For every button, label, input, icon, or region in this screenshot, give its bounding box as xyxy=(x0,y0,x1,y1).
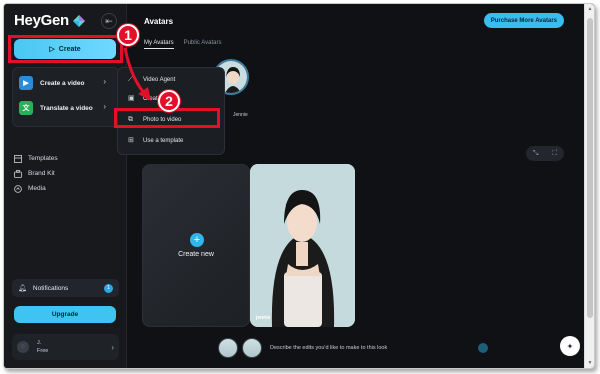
purchase-avatars-button[interactable]: Purchase More Avatars xyxy=(483,13,564,28)
avatar-tabs: My Avatars Public Avatars xyxy=(144,40,222,49)
notifications-label: Notifications xyxy=(32,284,69,292)
brand-kit-icon xyxy=(14,169,22,178)
page-title: Avatars xyxy=(144,17,174,26)
scroll-up-arrow-icon[interactable]: ▲ xyxy=(586,6,594,12)
scroll-down-arrow-icon[interactable]: ▼ xyxy=(586,360,594,366)
tab-public-avatars[interactable]: Public Avatars xyxy=(184,40,222,49)
app-window: HeyGen ⇤ ▷ Create Templates Brand Kit Me… xyxy=(3,3,595,369)
send-button[interactable] xyxy=(478,343,488,353)
templates-icon xyxy=(14,154,22,163)
media-icon xyxy=(14,184,22,193)
avatar: ◌ xyxy=(17,341,29,353)
avatar-photo-name: jennie xyxy=(256,315,271,321)
submenu-item-video-agent[interactable]: ⟋ Video Agent xyxy=(128,76,175,84)
upgrade-button[interactable]: Upgrade xyxy=(14,306,116,323)
chevron-right-icon: › xyxy=(103,77,106,86)
sidebar-item-media[interactable]: Media xyxy=(14,181,58,196)
help-button[interactable]: ✦ xyxy=(560,336,580,356)
create-new-label: Create new xyxy=(178,251,214,258)
grid-icon[interactable]: ⛶ xyxy=(552,150,557,158)
template-icon: ⊞ xyxy=(128,137,134,144)
sidebar-item-templates[interactable]: Templates xyxy=(14,151,58,166)
plus-icon: + xyxy=(190,233,204,247)
tab-my-avatars[interactable]: My Avatars xyxy=(144,40,174,49)
step-1-badge: 1 xyxy=(117,24,139,46)
main-content: Avatars Purchase More Avatars My Avatars… xyxy=(128,4,594,368)
submenu-item-create[interactable]: ▣ Create xyxy=(128,95,161,103)
account-switcher[interactable]: ◌ J. Free › xyxy=(12,334,119,360)
account-plan: Free xyxy=(37,348,49,354)
look-avatar-2[interactable] xyxy=(242,338,262,358)
step1-highlight-box xyxy=(8,35,123,63)
avatar-photo-image xyxy=(250,164,355,327)
notifications-button[interactable]: 🔔︎ Notifications 1 xyxy=(12,279,119,297)
create-new-card[interactable]: + Create new xyxy=(142,164,250,327)
notification-count-badge: 1 xyxy=(104,283,113,293)
brand-name: HeyGen xyxy=(14,12,69,29)
sidebar-item-label: Templates xyxy=(28,155,58,162)
menu-item-create-video[interactable]: ▶ Create a video xyxy=(19,76,84,90)
scrollbar[interactable]: ▲ ▼ xyxy=(584,4,594,368)
avatar-photo-card[interactable]: jennie xyxy=(250,164,355,327)
submenu-item-use-template[interactable]: ⊞ Use a template xyxy=(128,137,183,145)
chevron-right-icon: › xyxy=(111,342,114,352)
menu-item-label: Create a video xyxy=(40,79,85,87)
menu-item-label: Translate a video xyxy=(40,104,93,112)
sidebar-nav: Templates Brand Kit Media xyxy=(14,151,58,196)
avatar-thumbnail-name: Jennie xyxy=(233,112,248,118)
scrollbar-thumb[interactable] xyxy=(587,18,593,318)
look-avatar-1[interactable] xyxy=(218,338,238,358)
brand-logo[interactable]: HeyGen xyxy=(14,12,86,29)
edit-prompt-input[interactable]: Describe the edits you'd like to make to… xyxy=(270,345,387,351)
bell-icon: 🔔︎ xyxy=(18,285,27,292)
menu-item-translate-video[interactable]: 文 Translate a video xyxy=(19,101,93,115)
translate-icon: 文 xyxy=(19,101,33,115)
logo-mark-icon xyxy=(72,14,85,27)
submenu-item-label: Video Agent xyxy=(143,77,176,83)
submenu-item-label: Use a template xyxy=(143,138,184,144)
step-2-badge: 2 xyxy=(158,90,180,112)
create-dropdown-menu: ▶ Create a video › 文 Translate a video › xyxy=(12,67,119,127)
help-icon: ✦ xyxy=(566,341,574,351)
collapse-sidebar-button[interactable]: ⇤ xyxy=(101,13,117,29)
view-toggle[interactable]: ⤡ ⛶ xyxy=(526,146,564,161)
magic-wand-icon: ⟋ xyxy=(128,76,133,83)
film-icon: ▣ xyxy=(128,95,135,102)
account-info: J. Free xyxy=(37,339,48,355)
video-camera-icon: ▶ xyxy=(19,76,33,90)
sidebar-item-label: Media xyxy=(28,185,46,192)
chevron-right-icon: › xyxy=(103,102,106,111)
sidebar-item-brand-kit[interactable]: Brand Kit xyxy=(14,166,58,181)
shrink-icon[interactable]: ⤡ xyxy=(533,150,539,158)
account-name: J. xyxy=(37,340,42,346)
sidebar-item-label: Brand Kit xyxy=(28,170,55,177)
